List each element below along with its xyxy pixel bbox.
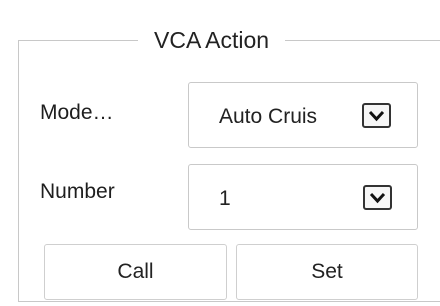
call-button[interactable]: Call xyxy=(44,244,227,300)
mode-label: Mode… xyxy=(40,101,114,124)
vca-action-window: VCA Action Mode… Auto Cruis Number 1 Cal… xyxy=(0,0,440,306)
chevron-down-icon[interactable] xyxy=(362,103,391,128)
set-button[interactable]: Set xyxy=(236,244,418,300)
mode-select-value: Auto Cruis xyxy=(219,105,318,128)
number-select-value: 1 xyxy=(219,187,231,210)
number-select[interactable]: 1 xyxy=(188,164,418,230)
mode-select[interactable]: Auto Cruis xyxy=(188,82,418,148)
number-label: Number xyxy=(40,180,115,203)
chevron-down-icon[interactable] xyxy=(363,185,392,210)
group-title: VCA Action xyxy=(138,20,286,60)
